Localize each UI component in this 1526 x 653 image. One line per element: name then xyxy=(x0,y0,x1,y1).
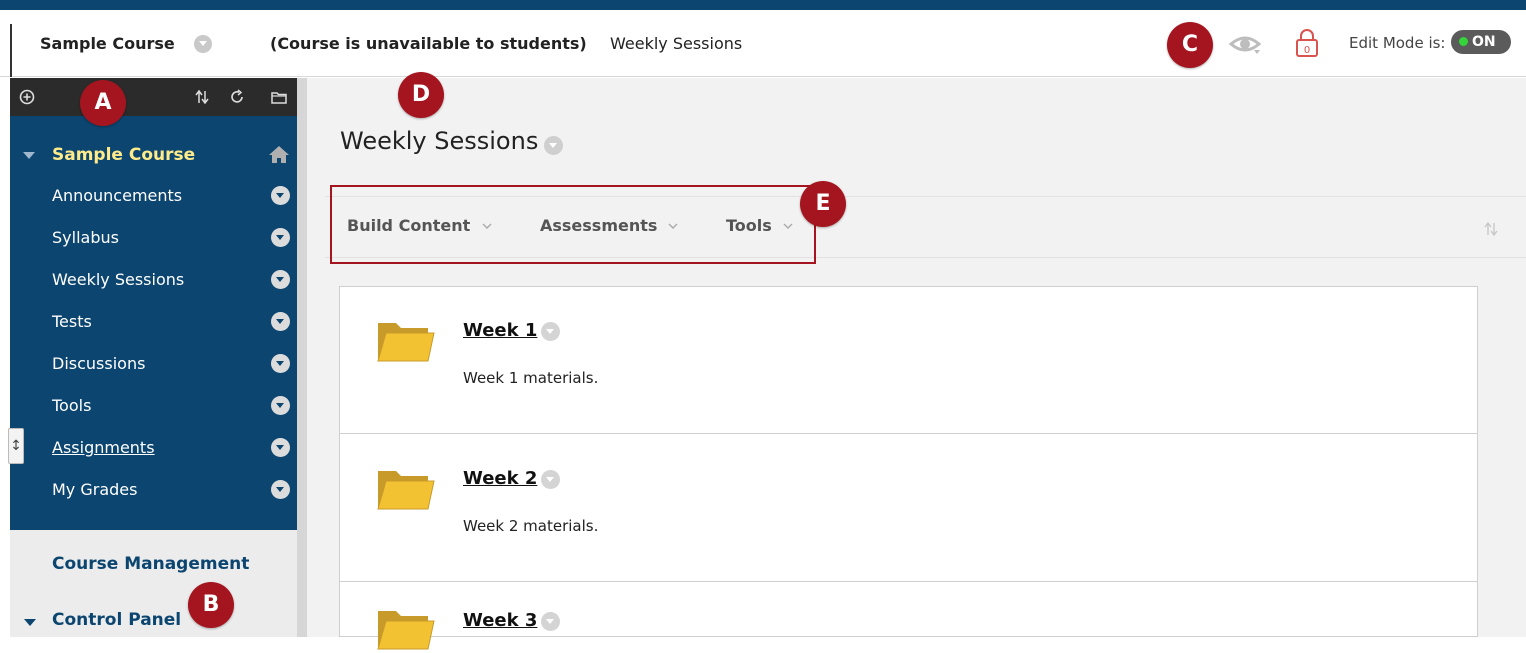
item-options-chevron-icon[interactable] xyxy=(271,270,290,289)
sidebar-item-announcements[interactable]: Announcements xyxy=(10,176,297,216)
item-options-chevron-icon[interactable] xyxy=(271,354,290,373)
course-menu-chevron-icon[interactable] xyxy=(194,35,212,53)
content-item-description: Week 1 materials. xyxy=(463,369,599,387)
sidebar-splitter[interactable] xyxy=(297,78,307,637)
content-item: Week 2 Week 2 materials. xyxy=(339,434,1478,582)
course-management-heading: Course Management xyxy=(52,554,250,574)
collapse-triangle-icon[interactable] xyxy=(23,152,35,159)
menu-drag-handle-icon[interactable]: ↕ xyxy=(8,428,24,464)
add-menu-item-icon[interactable] xyxy=(18,88,36,106)
sidebar-item-label[interactable]: Discussions xyxy=(52,354,145,373)
sidebar-item-syllabus[interactable]: Syllabus xyxy=(10,218,297,258)
item-options-chevron-icon[interactable] xyxy=(271,480,290,499)
content-item-title-link[interactable]: Week 3 xyxy=(463,610,537,631)
page-options-chevron-icon[interactable] xyxy=(544,136,563,155)
sidebar-item-weekly-sessions[interactable]: Weekly Sessions xyxy=(10,260,297,300)
folder-icon xyxy=(377,611,435,650)
folder-view-icon[interactable] xyxy=(270,88,288,106)
header-divider xyxy=(10,24,12,77)
callout-e: E xyxy=(800,181,846,227)
collapse-triangle-icon[interactable] xyxy=(24,619,36,626)
sidebar-item-tests[interactable]: Tests xyxy=(10,302,297,342)
highlight-box xyxy=(330,185,816,264)
course-availability-status: (Course is unavailable to students) xyxy=(270,34,587,53)
callout-c: C xyxy=(1167,22,1213,68)
sidebar-item-label[interactable]: Tests xyxy=(52,312,92,331)
lock-icon[interactable]: 0 xyxy=(1293,27,1321,59)
course-menu-title[interactable]: Sample Course xyxy=(52,145,195,165)
breadcrumb-header: Sample Course (Course is unavailable to … xyxy=(0,10,1526,77)
sidebar-item-discussions[interactable]: Discussions xyxy=(10,344,297,384)
control-panel-toggle[interactable]: Control Panel xyxy=(52,610,181,630)
content-item: Week 3 xyxy=(339,580,1478,650)
item-options-chevron-icon[interactable] xyxy=(541,470,560,489)
callout-b: B xyxy=(188,582,234,628)
edit-mode-state: ON xyxy=(1472,34,1496,50)
callout-d: D xyxy=(398,72,444,118)
reorder-arrows-icon[interactable] xyxy=(193,88,211,106)
sidebar-item-label[interactable]: Announcements xyxy=(52,186,182,205)
content-item: Week 1 Week 1 materials. xyxy=(339,286,1478,434)
home-icon[interactable] xyxy=(268,144,290,164)
edit-mode-toggle[interactable]: ON xyxy=(1451,30,1511,54)
sidebar-item-assignments[interactable]: Assignments xyxy=(10,428,297,468)
content-item-title-link[interactable]: Week 1 xyxy=(463,320,537,341)
sidebar-item-my-grades[interactable]: My Grades xyxy=(10,470,297,510)
item-options-chevron-icon[interactable] xyxy=(541,322,560,341)
page-title: Weekly Sessions xyxy=(340,127,539,155)
sidebar-item-label[interactable]: Assignments xyxy=(52,438,155,457)
item-options-chevron-icon[interactable] xyxy=(271,186,290,205)
breadcrumb-current-page: Weekly Sessions xyxy=(610,34,743,53)
course-management-panel: Course Management Control Panel xyxy=(10,530,297,637)
folder-icon xyxy=(377,471,435,510)
sidebar-item-label[interactable]: Syllabus xyxy=(52,228,119,247)
item-options-chevron-icon[interactable] xyxy=(271,438,290,457)
item-options-chevron-icon[interactable] xyxy=(271,228,290,247)
callout-a: A xyxy=(80,80,126,126)
course-menu-title-row[interactable]: Sample Course xyxy=(10,136,297,176)
breadcrumb-course[interactable]: Sample Course xyxy=(40,34,175,53)
refresh-icon[interactable] xyxy=(228,88,246,106)
course-menu-toolbar xyxy=(10,78,297,116)
reorder-arrows-icon[interactable] xyxy=(1482,220,1500,238)
folder-icon xyxy=(377,323,435,362)
sidebar-item-tools[interactable]: Tools xyxy=(10,386,297,426)
content-item-description: Week 2 materials. xyxy=(463,517,599,535)
item-options-chevron-icon[interactable] xyxy=(271,312,290,331)
top-brand-stripe xyxy=(0,0,1526,10)
content-item-title-link[interactable]: Week 2 xyxy=(463,468,537,489)
sidebar-item-label[interactable]: My Grades xyxy=(52,480,137,499)
item-options-chevron-icon[interactable] xyxy=(271,396,290,415)
sidebar-item-label[interactable]: Tools xyxy=(52,396,91,415)
student-preview-eye-icon[interactable] xyxy=(1228,30,1262,58)
item-options-chevron-icon[interactable] xyxy=(541,612,560,631)
sidebar-item-label[interactable]: Weekly Sessions xyxy=(52,270,184,289)
toggle-on-indicator xyxy=(1459,37,1468,46)
lock-count: 0 xyxy=(1304,45,1310,56)
edit-mode-label: Edit Mode is: xyxy=(1349,34,1446,52)
